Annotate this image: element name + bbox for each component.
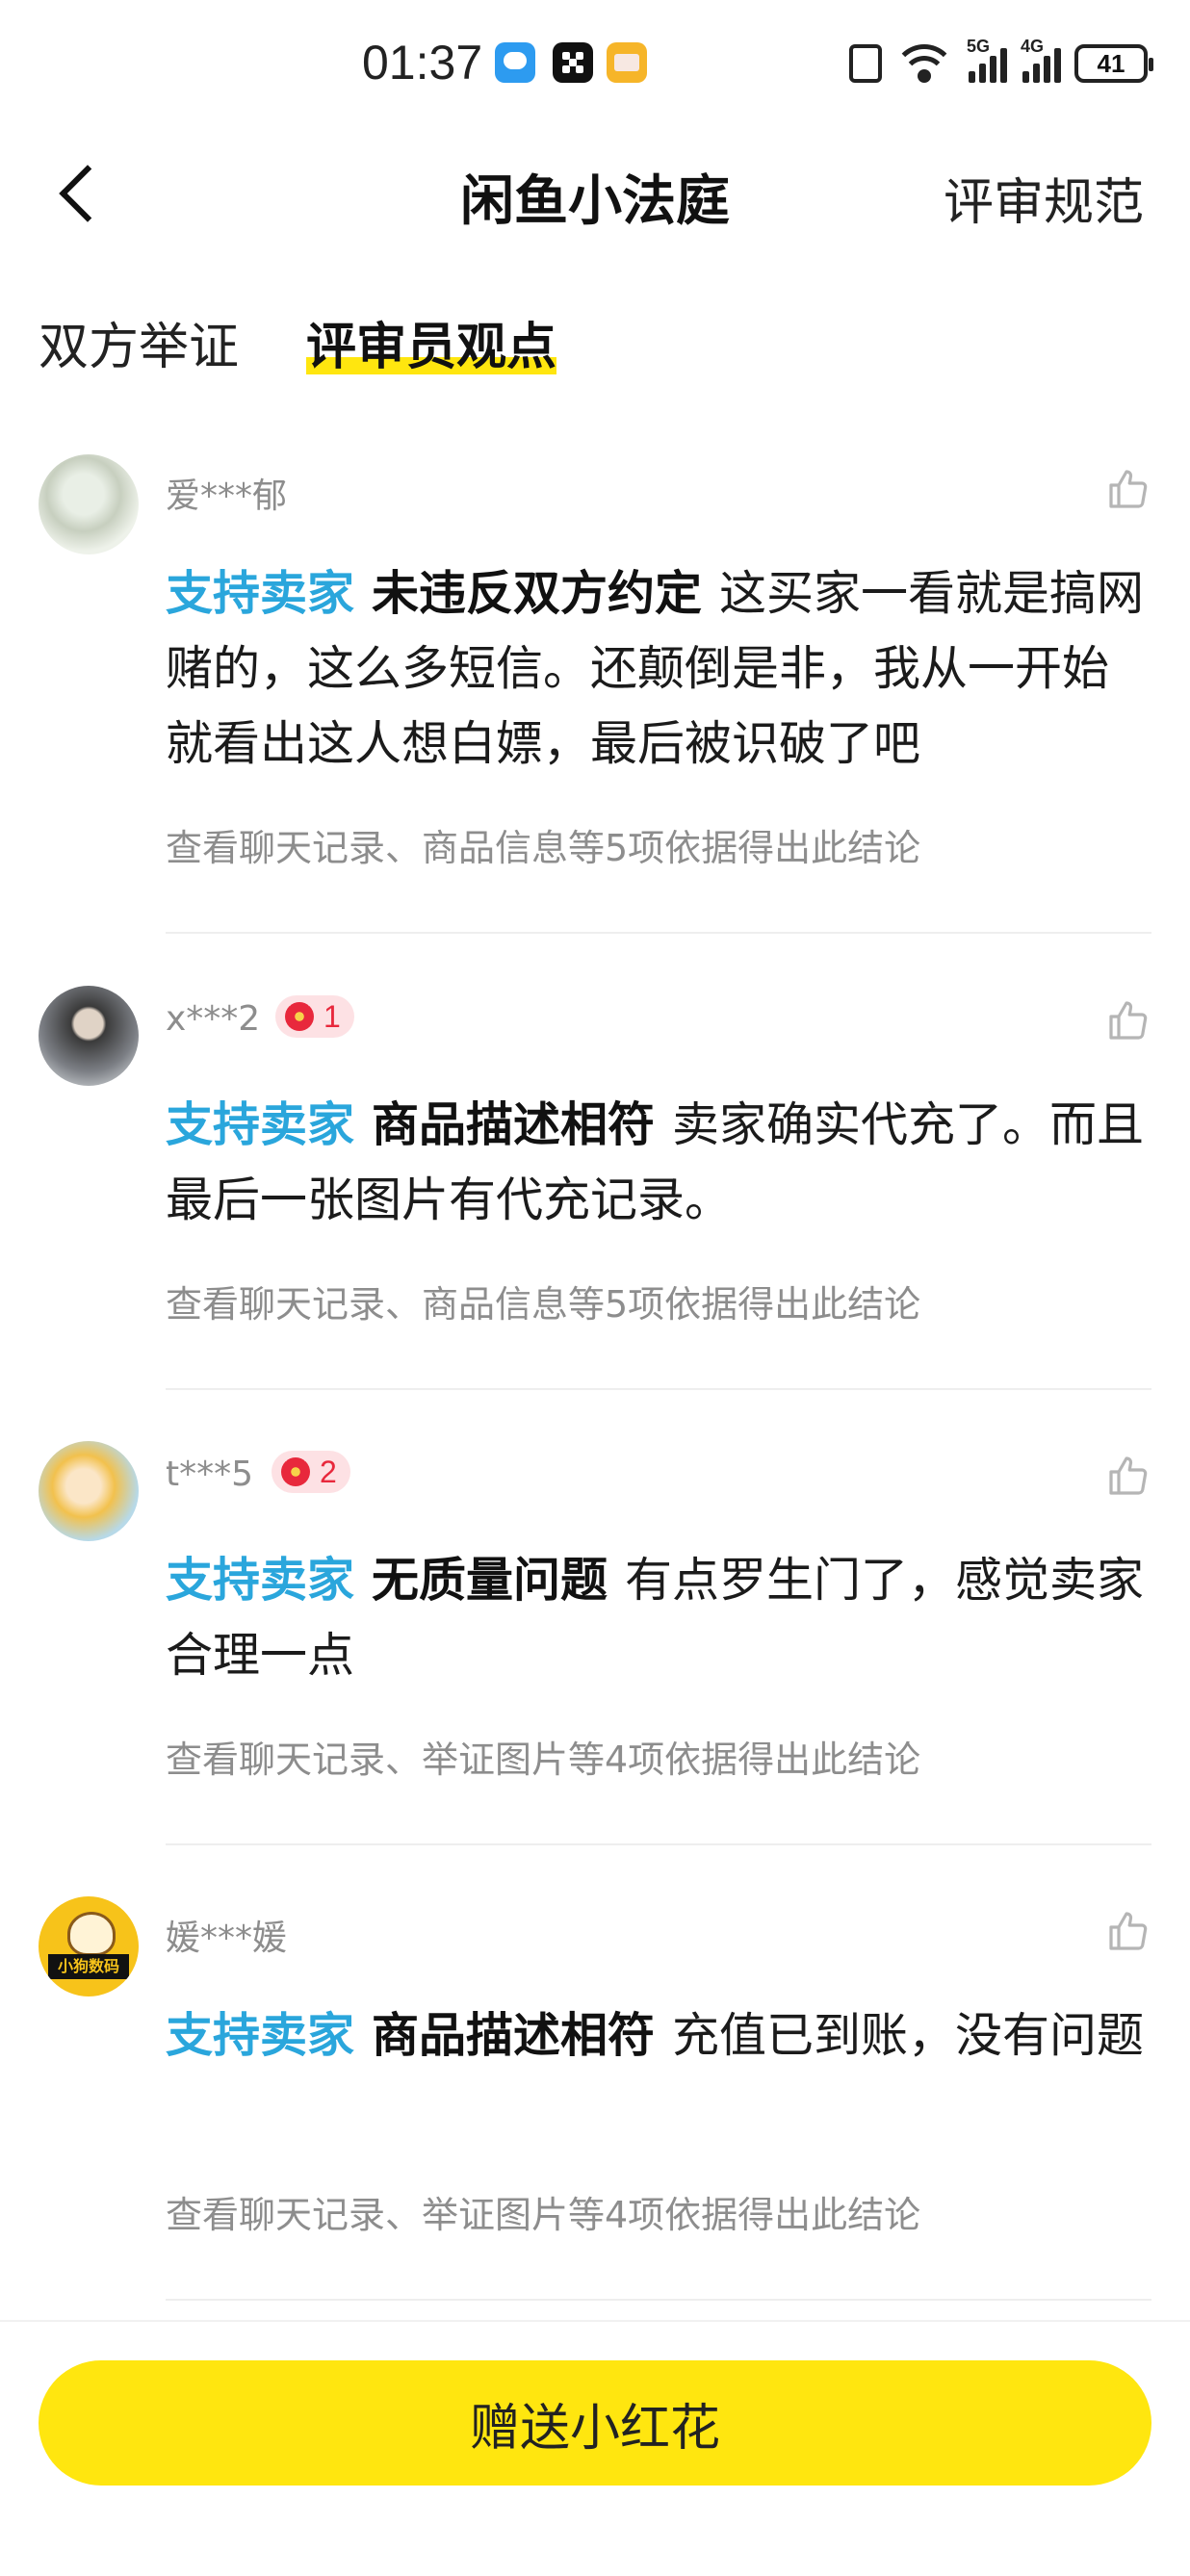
- claim-label: 商品描述相符: [372, 1097, 656, 1152]
- username: t***5: [166, 1455, 254, 1494]
- status-indicators: 5G 4G 41: [849, 37, 1153, 89]
- flower-count: 2: [320, 1454, 337, 1489]
- avatar[interactable]: [39, 454, 139, 554]
- send-red-flower-button[interactable]: 赠送小红花: [39, 2360, 1151, 2486]
- username: 爱***郁: [166, 477, 288, 516]
- thumbs-up-icon[interactable]: [1105, 466, 1151, 512]
- claim-label: 无质量问题: [372, 1553, 608, 1608]
- mail-app-icon: [607, 42, 647, 83]
- battery-icon: 41: [1074, 44, 1153, 83]
- nav-bar: 闲鱼小法庭 评审规范: [0, 135, 1190, 250]
- dice-app-icon: [553, 42, 593, 83]
- divider: [166, 2299, 1151, 2301]
- stance-label: 支持卖家: [166, 566, 355, 621]
- basis-text[interactable]: 查看聊天记录、商品信息等5项依据得出此结论: [166, 818, 920, 871]
- bottom-divider: [0, 2320, 1190, 2322]
- thumbs-up-icon[interactable]: [1105, 997, 1151, 1043]
- flower-badge: 2: [272, 1451, 350, 1493]
- opinion-content: 支持卖家 商品描述相符 卖家确实代充了。而且最后一张图片有代充记录。: [166, 1088, 1148, 1238]
- tab-both-evidence[interactable]: 双方举证: [39, 306, 239, 378]
- claim-label: 未违反双方约定: [372, 566, 703, 621]
- vibrate-icon: [849, 44, 882, 83]
- signal-5g-icon: 5G: [967, 37, 1007, 83]
- status-bar: 01:37 5G 4G 41: [0, 0, 1190, 125]
- opinion-content: 支持卖家 未违反双方约定 这买家一看就是搞网赌的，这么多短信。还颠倒是非，我从一开始…: [166, 556, 1148, 782]
- divider: [166, 1843, 1151, 1845]
- basis-text[interactable]: 查看聊天记录、商品信息等5项依据得出此结论: [166, 1275, 920, 1327]
- avatar[interactable]: [39, 986, 139, 1086]
- username: x***2: [166, 999, 261, 1039]
- review-rules-link[interactable]: 评审规范: [944, 162, 1144, 234]
- username: 媛***媛: [166, 1919, 288, 1958]
- thumbs-up-icon[interactable]: [1105, 1908, 1151, 1954]
- message-app-icon: [495, 42, 535, 83]
- status-time: 01:37: [362, 36, 483, 90]
- signal-4g-icon: 4G: [1021, 37, 1061, 83]
- avatar[interactable]: [39, 1896, 139, 1996]
- divider: [166, 1388, 1151, 1390]
- claim-label: 商品描述相符: [372, 2008, 656, 2063]
- tab-label: 评审员观点: [306, 319, 557, 376]
- avatar[interactable]: [39, 1441, 139, 1541]
- opinion-content: 支持卖家 商品描述相符 充值已到账，没有问题: [166, 1998, 1148, 2074]
- divider: [166, 932, 1151, 934]
- thumbs-up-icon[interactable]: [1105, 1453, 1151, 1499]
- red-flower-icon: [281, 1457, 310, 1486]
- tab-reviewer-opinions[interactable]: 评审员观点: [306, 306, 557, 378]
- wifi-icon: [892, 42, 956, 85]
- flower-count: 1: [323, 998, 341, 1034]
- stance-label: 支持卖家: [166, 2008, 355, 2063]
- basis-text[interactable]: 查看聊天记录、举证图片等4项依据得出此结论: [166, 2185, 920, 2238]
- flower-badge: 1: [275, 995, 354, 1038]
- opinion-content: 支持卖家 无质量问题 有点罗生门了，感觉卖家合理一点: [166, 1543, 1148, 1693]
- stance-label: 支持卖家: [166, 1553, 355, 1608]
- stance-label: 支持卖家: [166, 1097, 355, 1152]
- opinion-text: 充值已到账，没有问题: [672, 2008, 1145, 2063]
- basis-text[interactable]: 查看聊天记录、举证图片等4项依据得出此结论: [166, 1730, 920, 1783]
- red-flower-icon: [285, 1002, 314, 1031]
- tab-bar: 双方举证 评审员观点: [0, 289, 1190, 385]
